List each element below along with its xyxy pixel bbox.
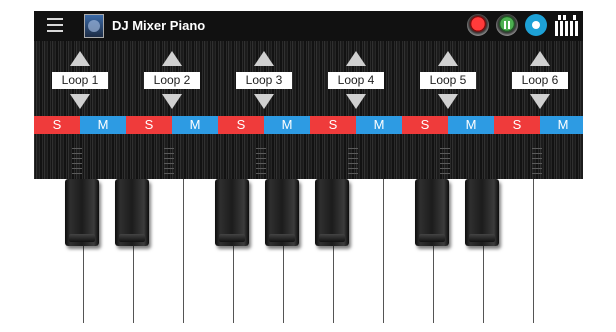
loop-channel-1: Loop 1 S M [34,41,126,179]
mute-button[interactable]: M [80,116,126,134]
loop-down-arrow-icon[interactable] [346,94,366,109]
loop-down-arrow-icon[interactable] [438,94,458,109]
level-slider[interactable] [440,148,450,178]
mute-button[interactable]: M [540,116,583,134]
solo-button[interactable]: S [494,116,540,134]
loop-label: Loop 3 [236,72,292,89]
piano-keys-icon[interactable] [554,15,578,37]
play-icon[interactable] [525,14,547,36]
mute-button[interactable]: M [356,116,402,134]
solo-button[interactable]: S [126,116,172,134]
loop-label: Loop 2 [144,72,200,89]
loop-channel-5: Loop 5 S M [402,41,494,179]
loop-label: Loop 6 [512,72,568,89]
app-window: DJ Mixer Piano Loop 1 S M Loop 2 S M Loo… [34,11,583,323]
loop-up-arrow-icon[interactable] [346,51,366,66]
loop-down-arrow-icon[interactable] [530,94,550,109]
black-key[interactable] [65,179,99,246]
level-slider[interactable] [164,148,174,178]
loop-label: Loop 5 [420,72,476,89]
app-title: DJ Mixer Piano [112,18,206,33]
black-key[interactable] [115,179,149,246]
solo-button[interactable]: S [310,116,356,134]
level-slider[interactable] [72,148,82,178]
menu-icon[interactable] [47,18,63,34]
loop-down-arrow-icon[interactable] [162,94,182,109]
piano-keyboard [34,179,583,323]
level-slider[interactable] [348,148,358,178]
mute-button[interactable]: M [448,116,494,134]
loop-up-arrow-icon[interactable] [70,51,90,66]
solo-button[interactable]: S [402,116,448,134]
loop-channel-6: Loop 6 S M [494,41,583,179]
level-slider[interactable] [256,148,266,178]
loop-mixer: Loop 1 S M Loop 2 S M Loop 3 S M Loop 4 [34,41,583,179]
solo-button[interactable]: S [218,116,264,134]
loop-channel-3: Loop 3 S M [218,41,310,179]
pause-icon[interactable] [496,14,518,36]
loop-up-arrow-icon[interactable] [254,51,274,66]
black-key[interactable] [215,179,249,246]
black-key[interactable] [415,179,449,246]
white-key[interactable] [534,179,583,323]
solo-button[interactable]: S [34,116,80,134]
mute-button[interactable]: M [172,116,218,134]
black-key[interactable] [265,179,299,246]
level-slider[interactable] [532,148,542,178]
loop-up-arrow-icon[interactable] [438,51,458,66]
loop-label: Loop 4 [328,72,384,89]
mute-button[interactable]: M [264,116,310,134]
loop-label: Loop 1 [52,72,108,89]
loop-up-arrow-icon[interactable] [530,51,550,66]
top-bar: DJ Mixer Piano [34,11,583,41]
black-key[interactable] [465,179,499,246]
loop-channel-2: Loop 2 S M [126,41,218,179]
loop-up-arrow-icon[interactable] [162,51,182,66]
record-icon[interactable] [467,14,489,36]
loop-channel-4: Loop 4 S M [310,41,402,179]
loop-down-arrow-icon[interactable] [70,94,90,109]
loop-down-arrow-icon[interactable] [254,94,274,109]
app-logo [84,14,104,38]
black-key[interactable] [315,179,349,246]
